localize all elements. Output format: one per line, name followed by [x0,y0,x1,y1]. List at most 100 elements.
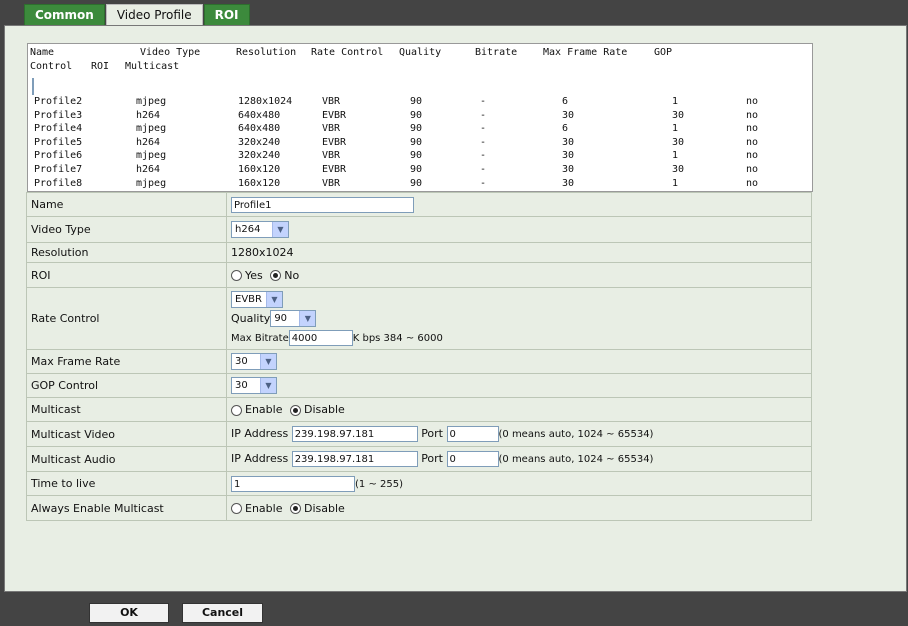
chevron-down-icon: ▼ [260,378,276,393]
row-gop: 1 [672,96,679,107]
row-name: Profile3 [34,109,83,121]
cancel-button[interactable]: Cancel [182,603,263,623]
list-item[interactable]: Profile8 mjpeg 160x120 VBR 90 - 30 1 no [32,177,800,191]
name-input[interactable]: Profile1 [231,196,414,213]
row-resolution: 640x480 [238,109,281,121]
tab-common[interactable]: Common [24,4,105,26]
col-roi: ROI [91,61,110,72]
list-item[interactable]: Profile1 h264 1280x1024 EVBR 90 - 30 30 no [32,78,759,95]
multicast-disable-radio[interactable] [289,404,301,416]
list-item[interactable]: Profile2 mjpeg 1280x1024 VBR 90 - 6 1 no [32,95,800,109]
row-resolution: 320x240 [238,136,281,148]
max-bitrate-label: Max Bitrate [231,332,289,344]
time-to-live-input[interactable]: 1 [231,475,355,492]
row-multicast: no [746,109,759,121]
always-enable-radio[interactable] [231,503,242,514]
video-type-value: h264 [235,224,261,235]
chevron-down-icon: ▼ [260,354,276,369]
mc-audio-ip-input[interactable]: 239.198.97.181 [291,451,418,467]
row-bitrate: - [480,150,487,162]
roi-yes-radio[interactable] [231,270,242,281]
row-video-type: mjpeg [136,123,167,135]
time-to-live-hint: (1 ~ 255) [355,478,403,490]
row-max-frame-rate: 30 [562,109,575,121]
row-quality: 90 [410,136,423,148]
list-item[interactable]: Profile7 h264 160x120 EVBR 90 - 30 30 no [32,163,800,177]
row-bitrate: - [480,177,487,189]
tab-video-profile[interactable]: Video Profile [105,4,203,26]
row-gop: 30 [672,163,685,175]
row-name: Profile5 [34,136,83,148]
mc-video-port-input[interactable]: 0 [446,426,499,442]
list-item[interactable]: Profile4 mjpeg 640x480 VBR 90 - 6 1 no [32,122,800,136]
list-item[interactable]: Profile5 h264 320x240 EVBR 90 - 30 30 no [32,136,800,150]
row-name: Profile7 [34,163,83,175]
col-video-type: Video Type [140,47,201,58]
quality-select[interactable]: 90 ▼ [270,310,317,327]
always-disable-radio[interactable] [289,503,301,514]
row-bitrate: - [480,136,487,148]
multicast-label: Multicast [26,397,227,422]
chevron-down-icon: ▼ [299,311,316,326]
resolution-label: Resolution [26,242,227,263]
multicast-enable-label: Enable [245,403,283,416]
profile-rows: Profile1 h264 1280x1024 EVBR 90-30 30 no Profil… [32,78,800,190]
mc-audio-port-hint: (0 means auto, 1024 ~ 65534) [498,454,654,465]
col-name: Name [30,47,55,58]
row-gop: 30 [672,109,685,121]
row-video-type: h264 [136,136,161,148]
row-max-frame-rate: 30 [562,163,575,175]
row-multicast: no [746,163,759,175]
row-max-frame-rate: 30 [562,136,575,148]
resolution-value: 1280x1024 [226,242,812,263]
row-quality: 90 [410,150,423,162]
profile-list[interactable]: Name Video Type Resolution Rate Control … [27,43,813,192]
row-resolution: 160x120 [238,177,281,189]
tab-roi[interactable]: ROI [203,4,250,26]
row-multicast: no [746,96,759,107]
roi-no-label: No [284,268,300,282]
mc-video-ip-label: IP Address [231,427,289,440]
col-quality: Quality [399,47,442,58]
roi-no-radio[interactable] [270,270,282,281]
row-resolution: 640x480 [238,123,281,135]
row-name: Profile1 [35,80,84,91]
row-resolution: 320x240 [238,150,281,162]
mc-video-port-hint: (0 means auto, 1024 ~ 65534) [498,429,654,440]
chevron-down-icon: ▼ [272,222,288,237]
ok-button[interactable]: OK [89,603,169,623]
row-max-frame-rate: 30 [562,150,575,162]
row-name: Profile8 [34,177,83,189]
mc-audio-port-input[interactable]: 0 [446,451,499,467]
mc-video-port-label: Port [421,427,443,440]
rate-control-select[interactable]: EVBR ▼ [231,291,283,308]
list-item[interactable]: Profile3 h264 640x480 EVBR 90 - 30 30 no [32,109,800,123]
multicast-video-label: Multicast Video [26,421,227,447]
row-video-type: h264 [136,109,161,121]
gop-control-select[interactable]: 30 ▼ [231,377,277,394]
max-frame-rate-value: 30 [235,356,248,367]
tab-bar: Common Video Profile ROI [24,4,251,26]
row-max-frame-rate: 6 [562,96,569,107]
row-video-type: mjpeg [136,177,167,189]
roi-label: ROI [26,262,227,288]
row-multicast: no [746,150,759,162]
row-gop: 30 [672,136,685,148]
multicast-enable-radio[interactable] [231,404,242,416]
mc-video-ip-input[interactable]: 239.198.97.181 [291,426,418,442]
row-gop: 30 [673,80,686,91]
row-rate-control: EVBR [323,80,348,91]
row-bitrate: - [480,163,487,175]
video-type-select[interactable]: h264 ▼ [231,221,289,238]
row-video-type: h264 [136,163,161,175]
row-quality: 90 [410,163,423,175]
max-bitrate-input[interactable]: 4000 [288,329,353,346]
always-enable-multicast-label: Always Enable Multicast [26,495,227,521]
max-frame-rate-select[interactable]: 30 ▼ [231,353,277,370]
col-gop: GOP [654,47,673,58]
list-item[interactable]: Profile6 mjpeg 320x240 VBR 90 - 30 1 no [32,149,800,163]
row-gop: 1 [672,150,679,162]
mc-audio-ip-label: IP Address [231,452,289,465]
row-multicast: no [746,177,759,189]
multicast-disable-label: Disable [303,403,345,416]
